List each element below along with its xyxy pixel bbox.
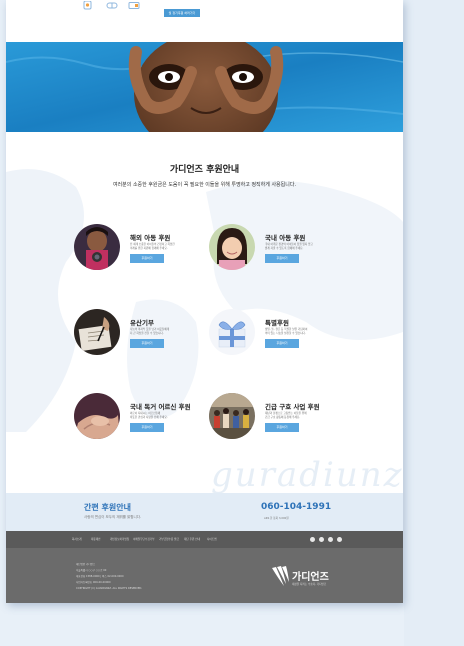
- footer-link[interactable]: 회사소개: [72, 537, 82, 541]
- footer-link[interactable]: 재단 후원 안내: [184, 537, 200, 541]
- card-description: 재난과 분쟁으로 고통받는 이들을 위해 긴급 구호 활동에 동참해 주세요.: [265, 412, 307, 419]
- child-binocular-hands-photo: [6, 42, 403, 132]
- footer-link[interactable]: 개인정보처리방침: [110, 537, 129, 541]
- footer-info-line: 서울특별시 ○○구 ○○로 00: [76, 569, 107, 572]
- footer-link[interactable]: 제휴제안: [91, 537, 101, 541]
- support-button-elderly-living-alone[interactable]: 후원하기: [130, 423, 164, 432]
- section-title: 가디언즈 후원안내: [169, 165, 240, 175]
- brand-watermark: guradiunz: [211, 455, 403, 493]
- card-title: 유산기부: [130, 319, 154, 327]
- card-description: 나눔의 마지막 뜻을 남겨 이웃들에게 더 큰 희망을 전할 수 있습니다.: [130, 328, 170, 335]
- hero-image: [6, 42, 403, 132]
- card-description: 생일, 돌, 결혼 등 특별한 날을 기념하여 의미 있는 나눔을 실천할 수 …: [265, 328, 308, 335]
- ars-info: ARS 한 통화 3,000원: [264, 517, 289, 520]
- youtube-icon[interactable]: [337, 537, 342, 542]
- guardianz-logo-wing-icon: [272, 566, 289, 586]
- support-card-special-donation: 특별후원 생일, 돌, 결혼 등 특별한 날을 기념하여 의미 있는 나눔을 실…: [209, 309, 389, 364]
- support-card-domestic-children: 국내 아동 후원 국내 어려운 환경의 아이들이 꿈을 잃지 않고 밝게 자랄 …: [209, 224, 389, 279]
- card-title: 국내 독거 어르신 후원: [130, 403, 191, 411]
- footer-copyright: COPYRIGHT (C) GUARDIANZ. ALL RIGHTS RESE…: [76, 587, 143, 590]
- ars-phone-number[interactable]: 060-104-1991: [261, 502, 331, 512]
- quick-support-subtitle: 사랑의 편심이 모두의 재뭐를 밝힙니다.: [84, 515, 142, 519]
- top-strip: 월 정기후원 하러가기: [6, 0, 403, 42]
- page-frame: 월 정기후원 하러가기 가디언즈 후원안내 여러분의 소중한 후원금은 도움이 …: [6, 0, 403, 603]
- support-button-domestic-children[interactable]: 후원하기: [265, 254, 299, 263]
- card-title: 특별후원: [265, 319, 289, 327]
- avatar-domestic-child: [209, 224, 255, 270]
- facebook-icon[interactable]: [310, 537, 315, 542]
- support-card-emergency-relief: 긴급 구호 사업 후원 재난과 분쟁으로 고통받는 이들을 위해 긴급 구호 활…: [209, 393, 389, 448]
- page-background-right: [404, 0, 464, 646]
- footer-info-line: 사업자등록번호 000-00-00000: [76, 581, 111, 584]
- card-title: 긴급 구호 사업 후원: [265, 403, 320, 411]
- support-button-emergency-relief[interactable]: 후원하기: [265, 423, 299, 432]
- support-button-special-donation[interactable]: 후원하기: [265, 339, 299, 348]
- avatar-overseas-child: [74, 224, 120, 270]
- section-subtitle: 여러분의 소중한 후원금은 도움이 꼭 필요한 이들을 위해 투명하고 정직하게…: [112, 182, 297, 188]
- badge-icon: [83, 1, 92, 10]
- card-title: 국내 아동 후원: [265, 234, 306, 242]
- monthly-support-button[interactable]: 월 정기후원 하러가기: [164, 9, 200, 17]
- instagram-icon[interactable]: [319, 537, 324, 542]
- quick-support-band: 간편 후원안내 사랑의 편심이 모두의 재뭐를 밝힙니다. 060-104-19…: [6, 493, 403, 531]
- avatar-gift-box: [209, 309, 255, 355]
- footer-info: 재단법인 가디언즈 서울특별시 ○○구 ○○로 00 대표전화 1588-000…: [6, 548, 403, 603]
- footer-logo-text: 가디언즈: [292, 572, 329, 583]
- avatar-legacy-writing: [74, 309, 120, 355]
- card-title: 해외 아동 후원: [130, 234, 171, 242]
- pill-icon: [106, 2, 118, 9]
- footer-nav: 회사소개 제휴제안 개인정보처리방침 이메일무단수집거부 기부금영수증 발급 재…: [6, 531, 403, 548]
- quick-support-title: 간편 후원안내: [84, 503, 131, 512]
- support-button-overseas-children[interactable]: 후원하기: [130, 254, 164, 263]
- footer-link[interactable]: 기부금영수증 발급: [159, 537, 179, 541]
- support-section: 가디언즈 후원안내 여러분의 소중한 후원금은 도움이 꼭 필요한 이들을 위해…: [6, 132, 403, 493]
- footer-link[interactable]: 이메일무단수집거부: [133, 537, 154, 541]
- footer-info-line: 재단법인 가디언즈: [76, 563, 96, 566]
- footer-link[interactable]: 사이트맵: [207, 537, 217, 541]
- card-icon: [128, 2, 140, 9]
- card-description: 국내 어려운 환경의 아이들이 꿈을 잃지 않고 밝게 자랄 수 있도록 함께해…: [265, 243, 313, 250]
- footer-info-line: 대표전화 1588-0000 | 팩스 02-000-0000: [76, 575, 124, 578]
- twitter-icon[interactable]: [328, 537, 333, 542]
- card-description: 외로이 지내시는 어르신들께 따뜻한 관심과 사랑을 전해 주세요.: [130, 412, 168, 419]
- avatar-holding-hands: [74, 393, 120, 439]
- card-description: 전 세계 소중한 아이들의 건강하고 희망찬 미래를 위한 지원에 함께해 주세…: [130, 243, 175, 250]
- support-button-legacy-donation[interactable]: 후원하기: [130, 339, 164, 348]
- avatar-relief-crowd: [209, 393, 255, 439]
- footer-logo-tagline: 세상을 지키는 수호자, 가디언즈: [292, 583, 327, 586]
